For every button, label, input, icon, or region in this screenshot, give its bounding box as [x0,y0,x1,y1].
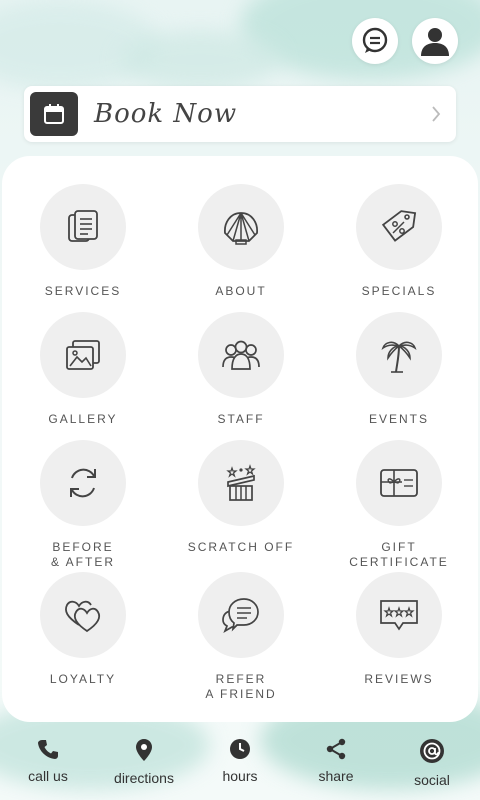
bottom-nav: call us directions hours share social [0,728,480,800]
tile-specials[interactable]: SPECIALS [324,184,474,299]
share-icon [326,738,346,760]
nav-label: share [318,768,354,784]
phone-icon [38,740,58,759]
nav-label: hours [222,768,258,784]
user-icon [421,28,449,56]
tile-label: GALLERY [48,412,118,426]
nav-label: social [414,772,450,788]
at-sign-icon [420,739,444,763]
tile-gift-certificate[interactable]: GIFT CERTIFICATE [324,440,474,570]
tile-label: BEFORE & AFTER [50,540,115,569]
tile-label: SPECIALS [361,284,437,298]
map-pin-icon [136,739,152,761]
tile-label: EVENTS [368,412,429,426]
document-icon [68,210,98,242]
palm-tree-icon [381,341,417,373]
nav-label: directions [114,770,174,786]
menu-panel: SERVICES ABOUT SPECIALS GALLERY STAFF EV… [2,156,478,722]
tile-gallery[interactable]: GALLERY [8,312,158,427]
tile-label: GIFT CERTIFICATE [349,540,449,569]
tile-scratch-off[interactable]: SCRATCH OFF [166,440,316,555]
profile-button[interactable] [412,18,458,64]
photos-icon [66,340,100,370]
tile-label: SERVICES [44,284,122,298]
nav-hours[interactable]: hours [192,728,288,800]
calendar-icon [30,92,78,136]
tile-about[interactable]: ABOUT [166,184,316,299]
tile-before-after[interactable]: BEFORE & AFTER [8,440,158,570]
tile-refer-a-friend[interactable]: REFER A FRIEND [166,572,316,702]
tile-loyalty[interactable]: LOYALTY [8,572,158,687]
book-now-label: Book Now [94,99,238,129]
seashell-icon [224,212,258,245]
gift-box-icon [226,464,256,501]
tile-events[interactable]: EVENTS [324,312,474,427]
nav-directions[interactable]: directions [96,728,192,800]
nav-share[interactable]: share [288,728,384,800]
tile-label: SCRATCH OFF [187,540,295,554]
rating-stars-icon [380,600,418,631]
price-tag-icon [381,210,417,242]
team-icon [222,340,260,370]
chat-button[interactable] [352,18,398,64]
nav-call-us[interactable]: call us [0,728,96,800]
refresh-icon [70,468,96,498]
chevron-right-icon [432,106,441,122]
tile-services[interactable]: SERVICES [8,184,158,299]
tile-label: REFER A FRIEND [205,672,277,701]
tile-label: REVIEWS [364,672,434,686]
clock-icon [230,739,250,759]
gift-card-icon [380,469,418,497]
tile-reviews[interactable]: REVIEWS [324,572,474,687]
tile-label: ABOUT [215,284,267,298]
tile-staff[interactable]: STAFF [166,312,316,427]
nav-label: call us [28,768,68,784]
tile-label: STAFF [217,412,265,426]
book-now-button[interactable]: Book Now [24,86,456,142]
nav-social[interactable]: social [384,728,480,800]
tile-label: LOYALTY [49,672,117,686]
speech-bubbles-icon [222,598,259,633]
hearts-icon [65,600,101,633]
chat-icon [362,27,388,53]
